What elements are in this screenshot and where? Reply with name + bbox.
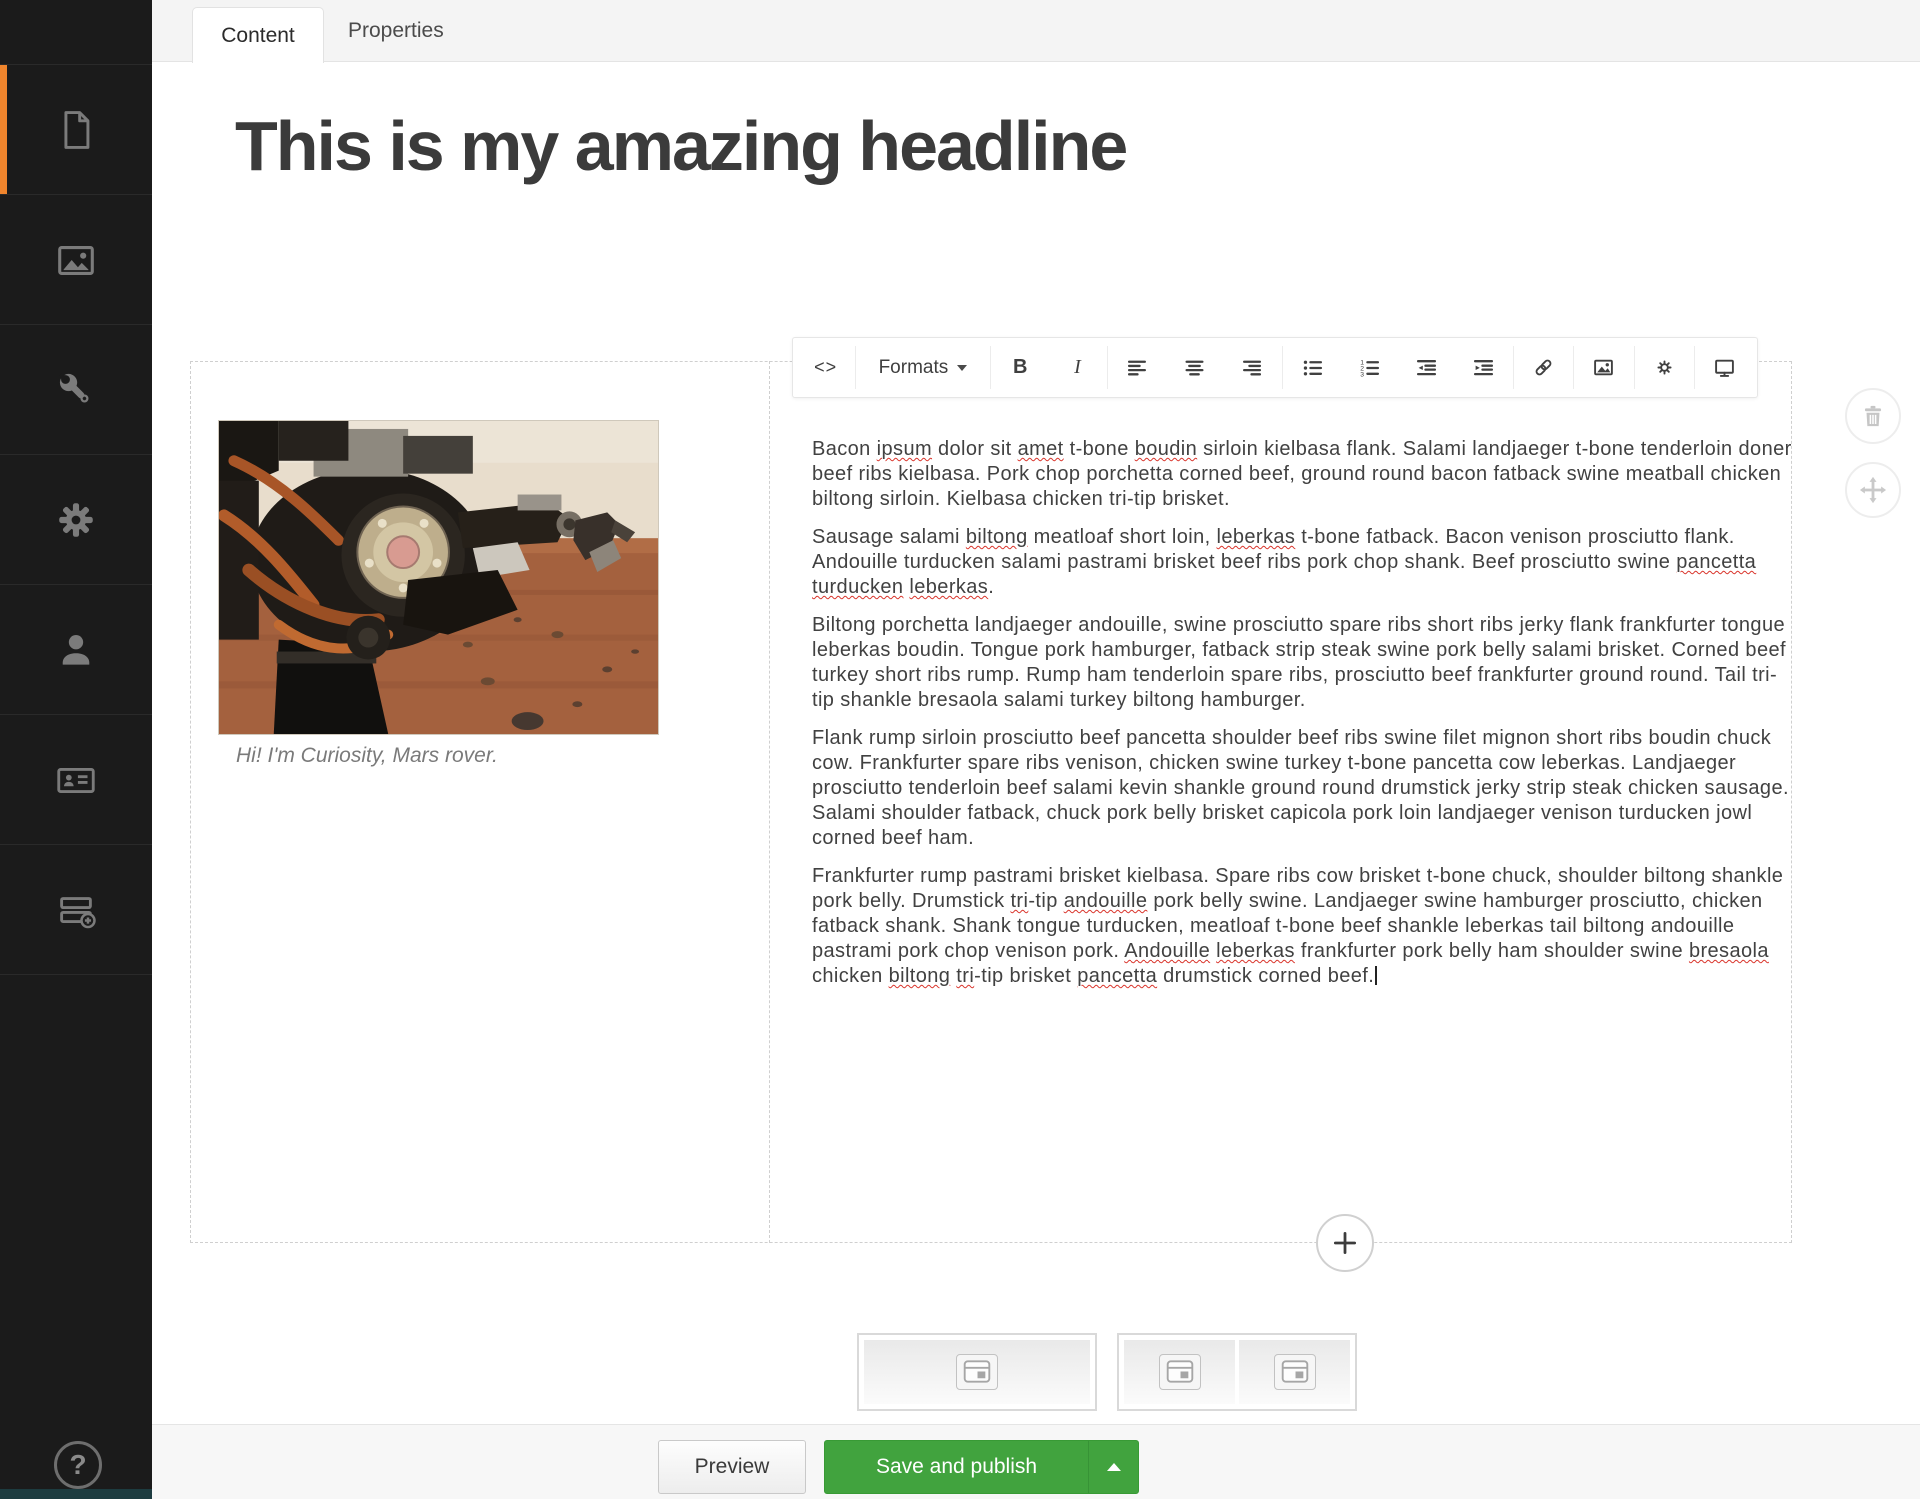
align-left-icon bbox=[1127, 357, 1148, 378]
outdent-icon bbox=[1416, 357, 1437, 378]
page-title-field[interactable]: This is my amazing headline bbox=[235, 106, 1126, 186]
layout-icon-frame bbox=[1274, 1354, 1316, 1390]
embed-icon bbox=[1714, 357, 1735, 378]
grid-column-divider bbox=[769, 361, 770, 1243]
id-card-icon bbox=[53, 757, 99, 803]
layout-icon bbox=[1166, 1360, 1194, 1384]
tab-bar: Content Properties bbox=[152, 0, 1920, 62]
link-icon bbox=[1533, 357, 1554, 378]
italic-button[interactable]: I bbox=[1049, 338, 1106, 397]
active-section-indicator bbox=[0, 65, 7, 194]
list-add-icon bbox=[53, 887, 99, 933]
link-button[interactable] bbox=[1515, 338, 1572, 397]
align-left-button[interactable] bbox=[1109, 338, 1166, 397]
caret-up-icon bbox=[1107, 1463, 1121, 1471]
rover-photo[interactable] bbox=[218, 420, 659, 735]
bullet-list-icon bbox=[1302, 357, 1323, 378]
editor-paragraph: Flank rump sirloin prosciutto beef pance… bbox=[812, 726, 1792, 851]
embed-button[interactable] bbox=[1696, 338, 1753, 397]
formats-label: Formats bbox=[879, 357, 949, 379]
align-right-button[interactable] bbox=[1223, 338, 1280, 397]
grid-layout-option-single[interactable] bbox=[857, 1333, 1097, 1411]
preview-button[interactable]: Preview bbox=[658, 1440, 806, 1494]
layout-cell bbox=[864, 1340, 1090, 1404]
delete-row-button[interactable] bbox=[1845, 388, 1901, 444]
layout-icon bbox=[1281, 1360, 1309, 1384]
insert-image-icon bbox=[1593, 357, 1614, 378]
align-right-icon bbox=[1241, 357, 1262, 378]
outdent-button[interactable] bbox=[1398, 338, 1455, 397]
editor-paragraph: Bacon ipsum dolor sit amet t-bone boudin… bbox=[812, 437, 1792, 512]
macro-button[interactable] bbox=[1636, 338, 1693, 397]
mars-rover-illustration bbox=[219, 421, 658, 734]
bold-button[interactable]: B bbox=[992, 338, 1049, 397]
layout-cell bbox=[1239, 1340, 1350, 1404]
source-code-glyph: <> bbox=[814, 357, 837, 378]
editor-paragraph: Frankfurter rump pastrami brisket kielba… bbox=[812, 864, 1792, 989]
app-sidebar: ? bbox=[0, 0, 152, 1499]
wrench-icon bbox=[53, 367, 99, 413]
tab-content[interactable]: Content bbox=[192, 7, 324, 63]
layout-icon-frame bbox=[956, 1354, 998, 1390]
insert-image-button[interactable] bbox=[1575, 338, 1632, 397]
user-icon bbox=[54, 628, 98, 672]
trash-icon bbox=[1860, 403, 1886, 429]
toolbar-separator bbox=[1513, 346, 1514, 389]
cms-editor-window: ? Content Properties This is my amazing … bbox=[0, 0, 1920, 1499]
grid-layout-option-double[interactable] bbox=[1117, 1333, 1357, 1411]
toolbar-separator bbox=[1573, 346, 1574, 389]
publish-options-toggle[interactable] bbox=[1088, 1441, 1138, 1493]
italic-glyph: I bbox=[1074, 356, 1081, 379]
bullet-list-button[interactable] bbox=[1284, 338, 1341, 397]
numbered-list-icon: 123 bbox=[1359, 357, 1380, 378]
macro-icon bbox=[1654, 357, 1675, 378]
add-row-button[interactable] bbox=[1316, 1214, 1374, 1272]
document-icon bbox=[54, 108, 98, 152]
layout-cell bbox=[1124, 1340, 1235, 1404]
svg-text:3: 3 bbox=[1360, 372, 1364, 378]
formats-button[interactable]: Formats bbox=[857, 338, 989, 397]
sidebar-footer-strip bbox=[0, 1489, 152, 1499]
toolbar-separator bbox=[1282, 346, 1283, 389]
sidebar-item-developer[interactable] bbox=[0, 455, 152, 585]
align-center-button[interactable] bbox=[1166, 338, 1223, 397]
media-icon bbox=[53, 237, 99, 283]
sidebar-item-members[interactable] bbox=[0, 715, 152, 845]
move-row-button[interactable] bbox=[1845, 462, 1901, 518]
source-code-button[interactable]: <> bbox=[797, 338, 854, 397]
sidebar-item-users[interactable] bbox=[0, 585, 152, 715]
sidebar-item-settings[interactable] bbox=[0, 325, 152, 455]
sidebar-item-forms[interactable] bbox=[0, 845, 152, 975]
image-caption[interactable]: Hi! I'm Curiosity, Mars rover. bbox=[236, 744, 498, 768]
plus-icon bbox=[1330, 1228, 1360, 1258]
toolbar-separator bbox=[855, 346, 856, 389]
indent-icon bbox=[1473, 357, 1494, 378]
editor-paragraph: Biltong porchetta landjaeger andouille, … bbox=[812, 613, 1792, 713]
indent-button[interactable] bbox=[1455, 338, 1512, 397]
bold-glyph: B bbox=[1013, 356, 1027, 379]
sidebar-item-content[interactable] bbox=[0, 65, 152, 195]
sidebar-item-media[interactable] bbox=[0, 195, 152, 325]
save-label: Save and publish bbox=[825, 1441, 1088, 1493]
help-button[interactable]: ? bbox=[54, 1441, 102, 1489]
layout-icon-frame bbox=[1159, 1354, 1201, 1390]
move-icon bbox=[1859, 476, 1887, 504]
text-cursor bbox=[1375, 966, 1377, 985]
toolbar-separator bbox=[1107, 346, 1108, 389]
toolbar-separator bbox=[1634, 346, 1635, 389]
sidebar-sections bbox=[0, 64, 152, 975]
toolbar-separator bbox=[990, 346, 991, 389]
caret-down-icon bbox=[957, 365, 967, 371]
numbered-list-button[interactable]: 123 bbox=[1341, 338, 1398, 397]
align-center-icon bbox=[1184, 357, 1205, 378]
gear-icon bbox=[53, 497, 99, 543]
rte-content[interactable]: Bacon ipsum dolor sit amet t-bone boudin… bbox=[812, 437, 1792, 1002]
layout-icon bbox=[963, 1360, 991, 1384]
editor-paragraph: Sausage salami biltong meatloaf short lo… bbox=[812, 525, 1792, 600]
rte-toolbar: <> Formats B I 123 bbox=[792, 337, 1758, 398]
save-and-publish-button[interactable]: Save and publish bbox=[824, 1440, 1139, 1494]
tab-properties[interactable]: Properties bbox=[348, 0, 444, 62]
toolbar-separator bbox=[1694, 346, 1695, 389]
